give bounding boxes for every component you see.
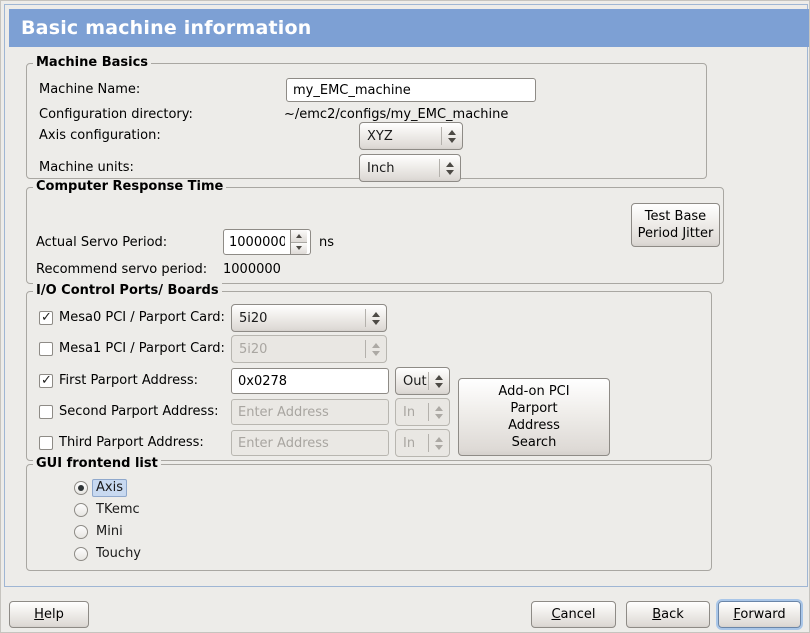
mesa0-card-dropdown[interactable]: 5i20 bbox=[231, 304, 387, 332]
radio-mini-label[interactable]: Mini bbox=[96, 524, 123, 540]
machine-units-dropdown[interactable]: Inch bbox=[359, 154, 461, 182]
mesa0-label: Mesa0 PCI / Parport Card: bbox=[59, 310, 225, 326]
test-base-period-jitter-button[interactable]: Test Base Period Jitter bbox=[631, 203, 720, 247]
spin-up-button[interactable] bbox=[291, 230, 307, 243]
spin-down-button[interactable] bbox=[291, 243, 307, 255]
radio-touchy-label[interactable]: Touchy bbox=[96, 546, 141, 562]
axis-configuration-dropdown[interactable]: XYZ bbox=[359, 122, 463, 150]
addon-pci-parport-search-button[interactable]: Add-on PCI Parport Address Search bbox=[458, 378, 610, 456]
second-parport-direction-dropdown: In bbox=[395, 398, 450, 426]
chevron-updown-icon bbox=[429, 375, 449, 388]
second-parport-label: Second Parport Address: bbox=[59, 404, 218, 420]
mesa0-checkbox[interactable] bbox=[39, 311, 53, 325]
mesa1-label: Mesa1 PCI / Parport Card: bbox=[59, 341, 225, 357]
chevron-updown-icon bbox=[440, 162, 460, 175]
servo-period-unit: ns bbox=[319, 235, 334, 251]
servo-period-label: Actual Servo Period: bbox=[36, 235, 167, 251]
back-button[interactable]: Back bbox=[626, 601, 710, 628]
page-header: Basic machine information bbox=[9, 9, 810, 47]
mesa1-card-dropdown: 5i20 bbox=[231, 335, 387, 363]
recommend-period-label: Recommend servo period: bbox=[36, 262, 207, 278]
forward-button[interactable]: Forward bbox=[718, 601, 801, 628]
servo-period-input[interactable] bbox=[224, 230, 290, 254]
chevron-updown-icon bbox=[429, 437, 449, 450]
chevron-updown-icon bbox=[366, 343, 386, 356]
chevron-updown-icon bbox=[366, 312, 386, 325]
chevron-updown-icon bbox=[429, 406, 449, 419]
machine-units-label: Machine units: bbox=[39, 160, 134, 176]
servo-period-spinbox[interactable] bbox=[223, 229, 311, 255]
machine-name-input[interactable] bbox=[286, 78, 536, 102]
first-parport-direction-dropdown[interactable]: Out bbox=[395, 367, 450, 395]
machine-name-label: Machine Name: bbox=[39, 82, 140, 98]
chevron-updown-icon bbox=[442, 130, 462, 143]
mesa1-checkbox[interactable] bbox=[39, 342, 53, 356]
gui-frontend-frame-label: GUI frontend list bbox=[33, 456, 161, 472]
axis-configuration-label: Axis configuration: bbox=[39, 128, 161, 144]
radio-tkemc[interactable] bbox=[74, 503, 88, 517]
first-parport-address-input[interactable] bbox=[231, 368, 389, 394]
recommend-period-value: 1000000 bbox=[223, 262, 281, 278]
wizard-window: Basic machine information Machine Basics… bbox=[0, 0, 810, 633]
third-parport-address-input bbox=[231, 430, 389, 456]
response-time-frame-label: Computer Response Time bbox=[33, 179, 226, 195]
first-parport-label: First Parport Address: bbox=[59, 373, 198, 389]
config-directory-value: ~/emc2/configs/my_EMC_machine bbox=[284, 107, 508, 123]
radio-mini[interactable] bbox=[74, 525, 88, 539]
help-button[interactable]: Help bbox=[9, 601, 89, 628]
cancel-button[interactable]: Cancel bbox=[531, 601, 616, 628]
third-parport-label: Third Parport Address: bbox=[59, 435, 204, 451]
io-ports-frame-label: I/O Control Ports/ Boards bbox=[33, 283, 222, 299]
second-parport-address-input bbox=[231, 399, 389, 425]
machine-basics-frame-label: Machine Basics bbox=[33, 55, 151, 71]
config-directory-label: Configuration directory: bbox=[39, 107, 193, 123]
second-parport-checkbox[interactable] bbox=[39, 405, 53, 419]
third-parport-checkbox[interactable] bbox=[39, 436, 53, 450]
page-title: Basic machine information bbox=[21, 9, 311, 47]
radio-touchy[interactable] bbox=[74, 547, 88, 561]
third-parport-direction-dropdown: In bbox=[395, 429, 450, 457]
first-parport-checkbox[interactable] bbox=[39, 374, 53, 388]
radio-axis[interactable] bbox=[74, 481, 88, 495]
radio-tkemc-label[interactable]: TKemc bbox=[96, 502, 140, 518]
radio-axis-label[interactable]: Axis bbox=[92, 479, 127, 497]
